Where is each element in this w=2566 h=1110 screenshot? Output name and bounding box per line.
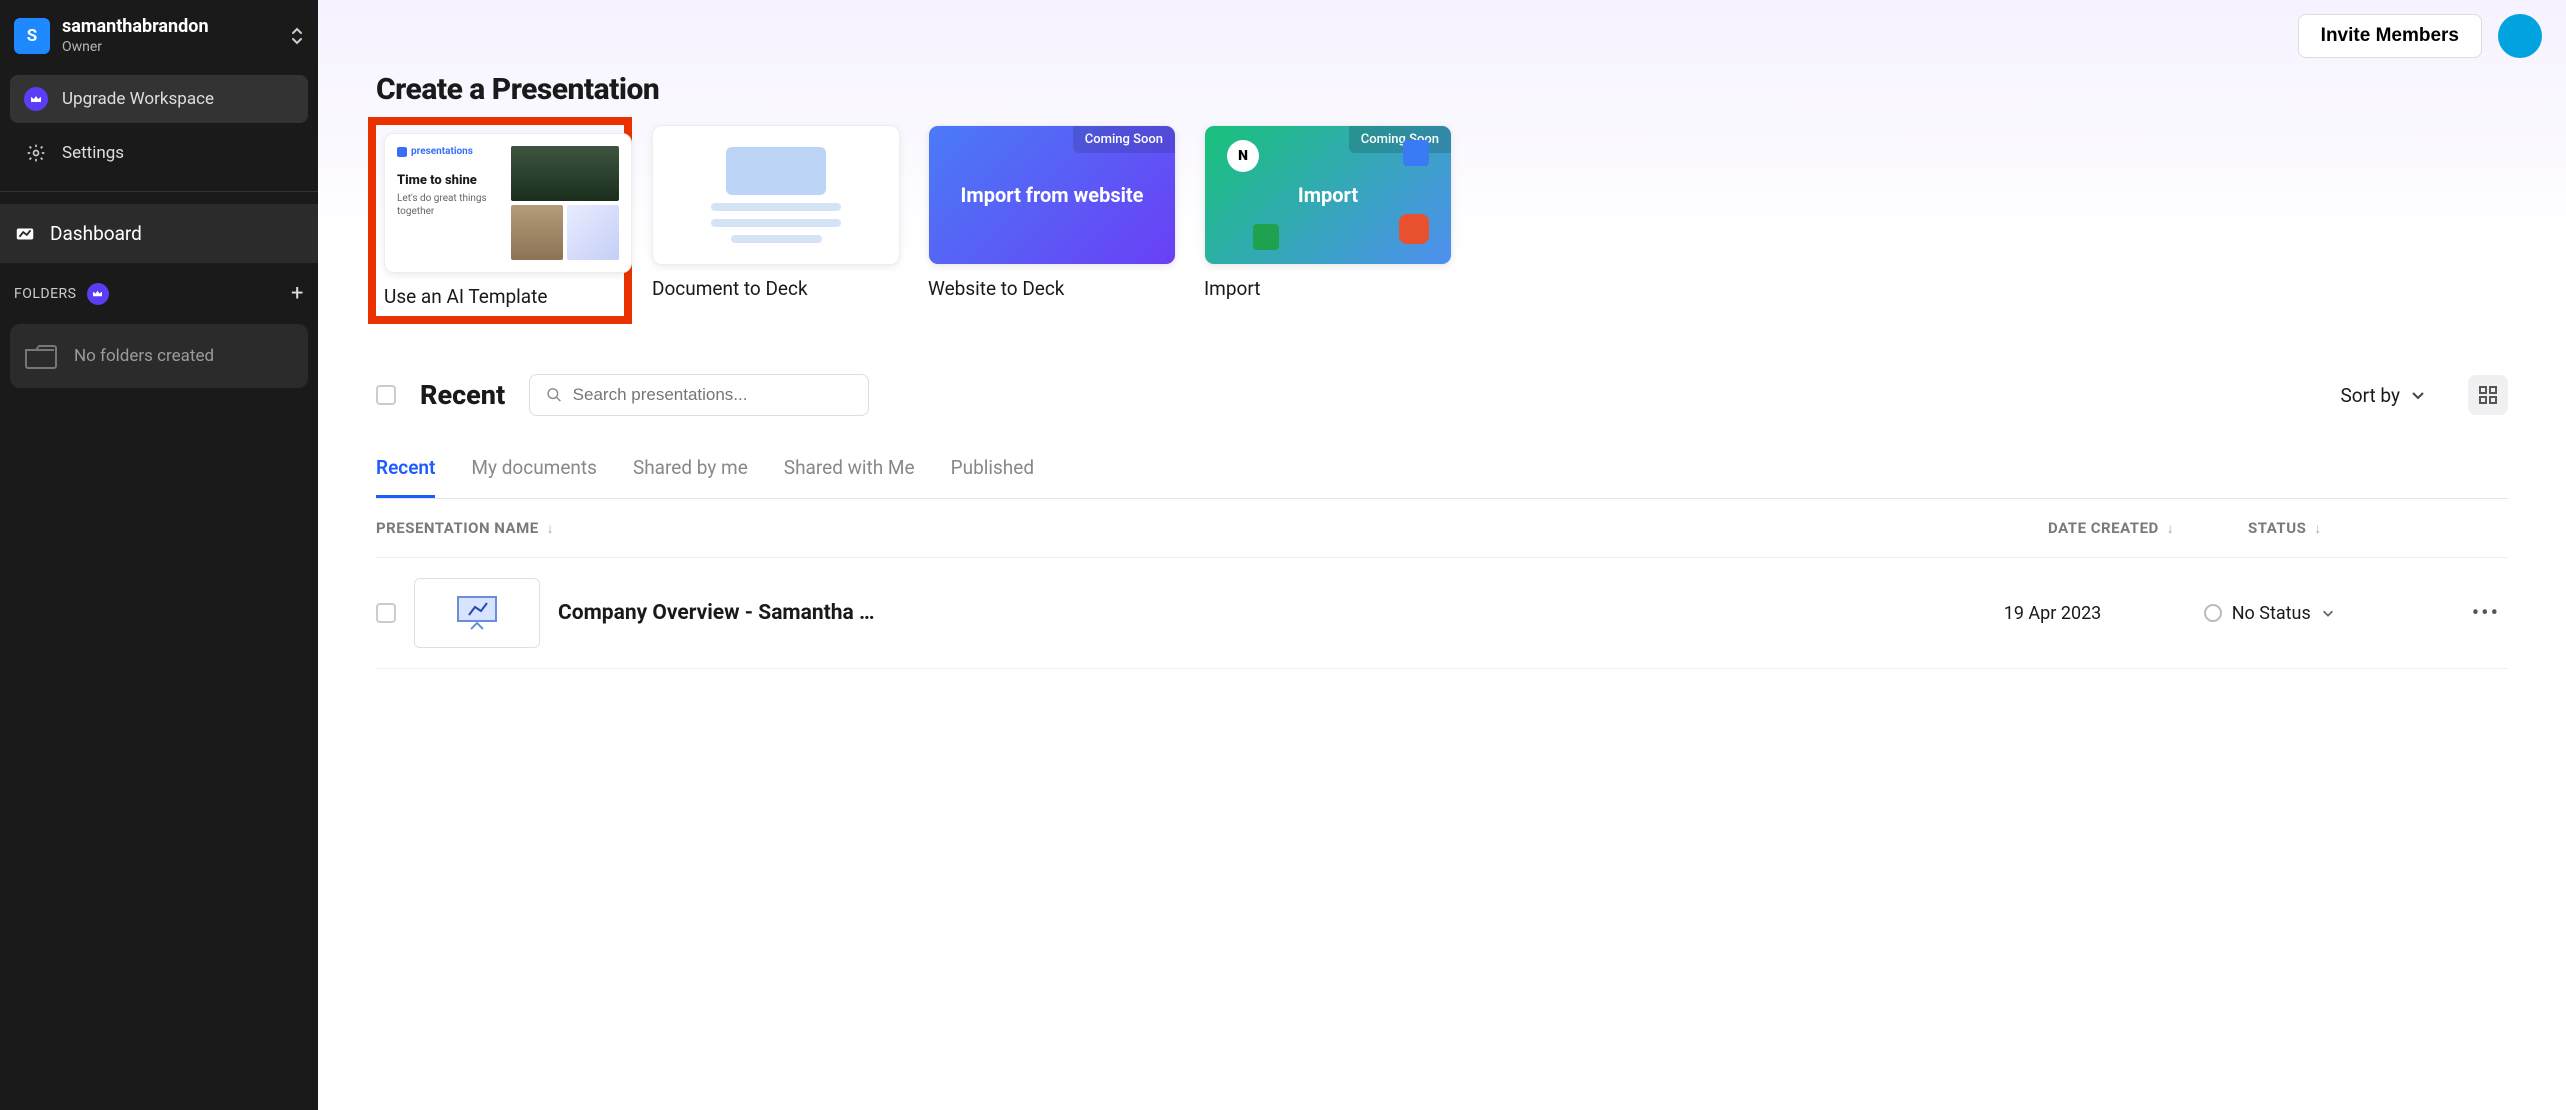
powerpoint-icon bbox=[1399, 214, 1429, 244]
template-card-subtitle: Let's do great things together bbox=[397, 192, 503, 218]
dashboard-icon bbox=[14, 223, 36, 245]
import-label: Import bbox=[1204, 277, 1452, 300]
import-card-text: Import bbox=[1298, 183, 1358, 207]
presentation-icon bbox=[452, 593, 502, 633]
search-box[interactable] bbox=[529, 374, 869, 416]
folders-section-header: FOLDERS + bbox=[0, 263, 318, 324]
sort-arrow-icon[interactable]: ↓ bbox=[547, 520, 555, 537]
crown-icon bbox=[87, 283, 109, 305]
tab-shared-by-me[interactable]: Shared by me bbox=[633, 444, 748, 498]
main-content: Invite Members Create a Presentation pre… bbox=[318, 0, 2566, 1110]
add-folder-button[interactable]: + bbox=[291, 281, 304, 306]
website-card-text: Import from website bbox=[961, 182, 1144, 208]
create-cards: presentations Time to shine Let's do gre… bbox=[376, 125, 2508, 324]
user-avatar[interactable] bbox=[2498, 14, 2542, 58]
website-to-deck-card[interactable]: Coming Soon Import from website bbox=[928, 125, 1176, 265]
workspace-info: samanthabrandon Owner bbox=[62, 16, 209, 55]
workspace-avatar: S bbox=[14, 18, 50, 54]
recent-tabs: Recent My documents Shared by me Shared … bbox=[376, 444, 2508, 499]
row-status-label: No Status bbox=[2232, 603, 2311, 624]
tab-shared-with-me[interactable]: Shared with Me bbox=[784, 444, 915, 498]
presentation-thumbnail bbox=[414, 578, 540, 648]
google-doc-icon bbox=[1403, 140, 1429, 166]
document-placeholder-icon bbox=[711, 147, 841, 243]
recent-section: Recent Sort by Recent My documents Share… bbox=[318, 354, 2566, 1110]
tab-recent[interactable]: Recent bbox=[376, 444, 435, 498]
table-row[interactable]: Company Overview - Samantha … 19 Apr 202… bbox=[376, 558, 2508, 669]
create-section: Create a Presentation presentations Time… bbox=[318, 72, 2566, 354]
google-sheet-icon bbox=[1253, 224, 1279, 250]
topbar: Invite Members bbox=[318, 0, 2566, 72]
folders-empty-label: No folders created bbox=[74, 346, 214, 366]
gear-icon bbox=[24, 143, 48, 163]
presentations-logo: presentations bbox=[397, 146, 503, 157]
tab-my-documents[interactable]: My documents bbox=[471, 444, 597, 498]
row-menu-button[interactable]: ••• bbox=[2464, 601, 2508, 626]
website-to-deck-label: Website to Deck bbox=[928, 277, 1176, 300]
ai-template-card-wrap: presentations Time to shine Let's do gre… bbox=[376, 125, 624, 324]
document-to-deck-card-wrap: Document to Deck bbox=[652, 125, 900, 324]
chevron-down-icon bbox=[2410, 387, 2426, 403]
row-checkbox[interactable] bbox=[376, 603, 396, 623]
notion-icon: N bbox=[1227, 140, 1259, 172]
folder-icon bbox=[24, 342, 58, 370]
settings-label: Settings bbox=[62, 143, 124, 163]
template-thumbnails bbox=[511, 146, 619, 260]
tab-published[interactable]: Published bbox=[951, 444, 1034, 498]
select-all-checkbox[interactable] bbox=[376, 385, 396, 405]
folders-empty-state: No folders created bbox=[10, 324, 308, 388]
row-date: 19 Apr 2023 bbox=[2004, 603, 2204, 624]
grid-view-toggle[interactable] bbox=[2468, 375, 2508, 415]
col-name-label[interactable]: PRESENTATION NAME bbox=[376, 519, 539, 537]
row-status-dropdown[interactable]: No Status bbox=[2204, 603, 2464, 624]
search-icon bbox=[546, 386, 562, 404]
status-radio-icon bbox=[2204, 604, 2222, 622]
upgrade-workspace-link[interactable]: Upgrade Workspace bbox=[10, 75, 308, 123]
recent-header: Recent Sort by bbox=[376, 374, 2508, 416]
divider bbox=[0, 191, 318, 192]
dashboard-label: Dashboard bbox=[50, 222, 142, 245]
ai-template-label: Use an AI Template bbox=[384, 285, 616, 308]
row-title: Company Overview - Samantha … bbox=[558, 601, 2004, 625]
workspace-name: samanthabrandon bbox=[62, 16, 209, 37]
recent-title: Recent bbox=[420, 379, 505, 411]
invite-members-button[interactable]: Invite Members bbox=[2298, 14, 2482, 58]
upgrade-label: Upgrade Workspace bbox=[62, 89, 214, 109]
dashboard-link[interactable]: Dashboard bbox=[0, 204, 318, 263]
coming-soon-badge: Coming Soon bbox=[1073, 126, 1175, 153]
sort-by-label: Sort by bbox=[2340, 384, 2400, 407]
table-header: PRESENTATION NAME ↓ DATE CREATED ↓ STATU… bbox=[376, 499, 2508, 558]
col-date-label[interactable]: DATE CREATED bbox=[2048, 519, 2159, 537]
workspace-switcher[interactable]: S samanthabrandon Owner bbox=[0, 0, 318, 71]
ai-template-card[interactable]: presentations Time to shine Let's do gre… bbox=[384, 133, 632, 273]
col-status-label[interactable]: STATUS bbox=[2248, 519, 2306, 537]
workspace-role: Owner bbox=[62, 39, 209, 55]
chevron-updown-icon bbox=[290, 26, 304, 46]
sort-arrow-icon[interactable]: ↓ bbox=[2314, 520, 2322, 537]
template-card-title: Time to shine bbox=[397, 173, 503, 188]
sort-arrow-icon[interactable]: ↓ bbox=[2167, 520, 2175, 537]
website-to-deck-card-wrap: Coming Soon Import from website Website … bbox=[928, 125, 1176, 324]
import-card-wrap: Coming Soon N Import Import bbox=[1204, 125, 1452, 324]
crown-icon bbox=[24, 87, 48, 111]
document-to-deck-card[interactable] bbox=[652, 125, 900, 265]
import-card[interactable]: Coming Soon N Import bbox=[1204, 125, 1452, 265]
chevron-down-icon bbox=[2321, 606, 2335, 620]
sidebar: S samanthabrandon Owner Upgrade Workspac… bbox=[0, 0, 318, 1110]
sort-by-dropdown[interactable]: Sort by bbox=[2340, 384, 2426, 407]
create-title: Create a Presentation bbox=[376, 72, 2508, 107]
document-to-deck-label: Document to Deck bbox=[652, 277, 900, 300]
search-input[interactable] bbox=[573, 385, 853, 405]
folders-label: FOLDERS bbox=[14, 286, 77, 302]
settings-link[interactable]: Settings bbox=[10, 131, 308, 175]
grid-icon bbox=[2478, 385, 2498, 405]
